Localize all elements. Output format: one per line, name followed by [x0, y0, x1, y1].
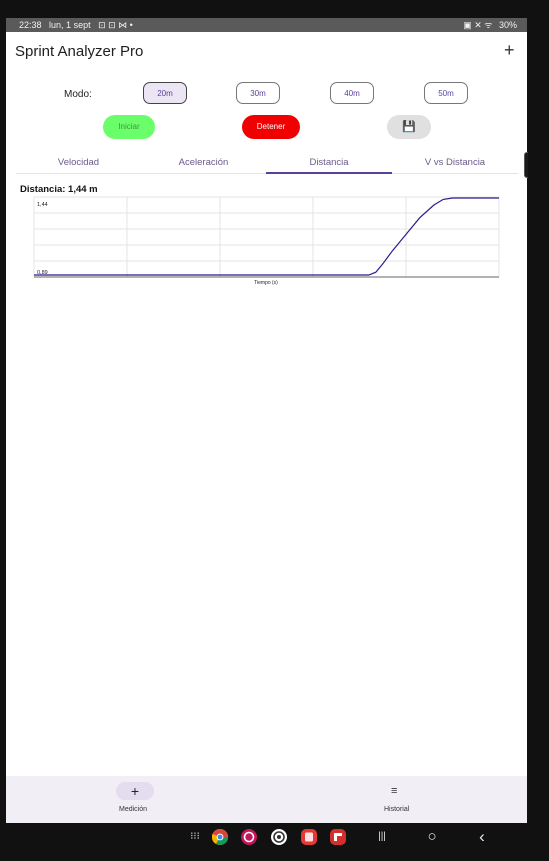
bottom-navigation: + Medición ≡ Historial — [6, 776, 527, 823]
recents-icon[interactable]: ||| — [372, 823, 392, 851]
list-icon[interactable]: ≡ — [391, 785, 397, 797]
plus-icon: + — [130, 783, 140, 799]
system-navigation-bar: ⁝⁝⁝ ||| ○ ‹ — [6, 823, 527, 851]
camera-app-icon[interactable] — [241, 829, 257, 845]
back-icon[interactable]: ‹ — [472, 823, 492, 851]
settings-app-icon[interactable] — [271, 829, 287, 845]
y-tick-label-top: 1,44 — [37, 202, 48, 208]
nav-medicion[interactable]: + — [116, 782, 154, 800]
distance-chart: 1,44 0,89 Tiempo (s) — [33, 196, 500, 286]
home-icon[interactable]: ○ — [422, 823, 442, 851]
flipboard-app-icon[interactable] — [330, 829, 346, 845]
device-screen: 22:38 lun, 1 sept ⊡ ⊡ ⋈ • ▣ ✕ ᯤ 30% Spri… — [6, 18, 527, 851]
apps-grid-icon[interactable]: ⁝⁝⁝ — [187, 823, 203, 851]
nav-historial-label[interactable]: Historial — [384, 806, 409, 813]
nav-medicion-label[interactable]: Medición — [119, 806, 147, 813]
notes-app-icon[interactable] — [301, 829, 317, 845]
chrome-app-icon[interactable] — [211, 829, 228, 845]
edge-panel-handle[interactable] — [524, 152, 528, 178]
distance-series-line — [34, 197, 499, 276]
x-axis-label: Tiempo (s) — [254, 280, 278, 286]
device-frame-right — [527, 18, 549, 851]
